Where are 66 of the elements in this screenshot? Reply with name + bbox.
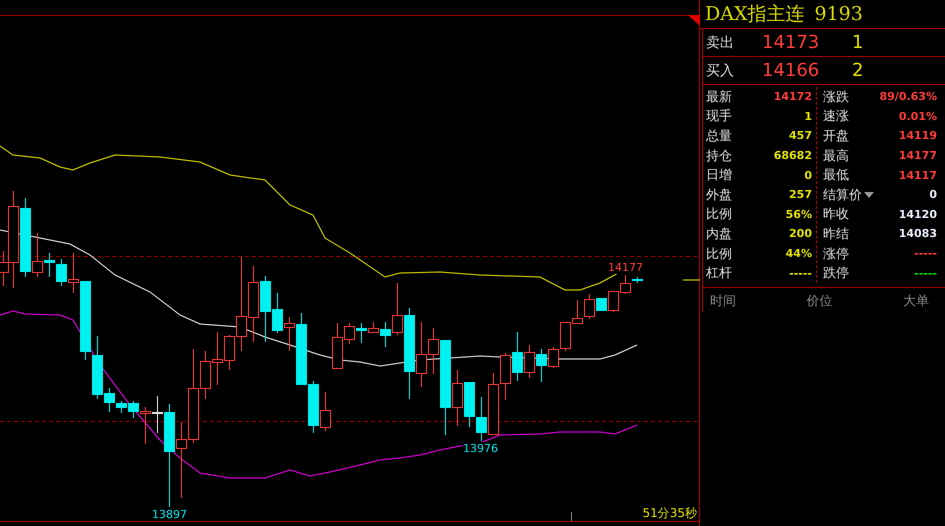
stat-label: 现手: [706, 108, 732, 126]
stat-value: 14083: [898, 227, 937, 240]
stat-label: 最低: [823, 167, 849, 184]
contract-name: DAX指主连: [705, 2, 804, 27]
candlestick: [560, 322, 571, 352]
stat-value: 14177: [898, 149, 937, 162]
stat-label: 跌停: [823, 265, 849, 282]
stat-value: 44%: [786, 247, 812, 260]
candlestick: [572, 300, 583, 324]
candlestick: [320, 392, 331, 432]
stat-value: -----: [789, 266, 812, 280]
candlestick: [308, 380, 319, 434]
stat-value: 257: [789, 188, 812, 202]
candlestick: [464, 382, 475, 428]
candlestick: [476, 396, 487, 442]
stat-label: 总量: [706, 128, 732, 145]
stat-value: 0: [929, 188, 937, 202]
stat-label: 结算价: [823, 186, 862, 204]
stat-value: 0: [804, 168, 812, 182]
price-label: 14177: [608, 261, 643, 274]
stat-label: 比例: [706, 246, 732, 263]
stat-label: 比例: [706, 206, 732, 224]
quote-label: 买入: [705, 62, 735, 80]
stat-value: 14172: [774, 90, 812, 104]
stat-label: 速涨: [823, 108, 849, 126]
stat-label: 持仓: [706, 148, 732, 165]
stat-value: 0.01%: [898, 110, 937, 123]
quote-price: 14173: [762, 32, 820, 53]
stat-label: 涨跌: [823, 88, 849, 106]
stat-label: 外盘: [706, 186, 732, 204]
price-label: 13897: [152, 508, 187, 521]
column-header: 价位: [806, 292, 832, 311]
stat-value: 200: [789, 227, 812, 240]
stat-value: 89/0.63%: [880, 90, 937, 104]
stat-value: 14117: [898, 168, 937, 182]
candlestick: [500, 352, 511, 400]
stat-label: 最高: [823, 148, 849, 165]
contract-code: 9193: [814, 3, 863, 25]
quote-volume: 1: [852, 32, 864, 53]
quote-price: 14166: [762, 60, 820, 81]
stat-label: 涨停: [823, 246, 849, 263]
stat-label: 昨收: [823, 206, 849, 224]
candlestick: [488, 372, 499, 435]
price-label: 13976: [463, 442, 498, 455]
column-header: 时间: [710, 292, 736, 311]
stat-label: 昨结: [823, 226, 849, 243]
stat-label: 日增: [706, 167, 732, 184]
column-header: 大单: [903, 292, 929, 311]
stat-label: 最新: [706, 88, 732, 106]
stat-value: 457: [789, 129, 812, 142]
stat-value: -----: [914, 247, 937, 260]
stat-value: 14120: [898, 208, 937, 221]
quote-volume: 2: [852, 60, 864, 81]
stat-value: 14119: [898, 129, 937, 142]
stat-label: 内盘: [706, 226, 732, 243]
stat-label: 杠杆: [706, 265, 732, 282]
stat-value: 1: [804, 110, 812, 123]
stat-label: 开盘: [823, 128, 849, 145]
quote-label: 卖出: [705, 34, 735, 52]
caret-icon[interactable]: [864, 192, 874, 198]
stat-value: -----: [914, 266, 937, 280]
countdown-timer: 51分35秒: [642, 506, 697, 520]
candlestick: [416, 322, 427, 388]
corner-triangle-icon: [688, 15, 700, 26]
stat-value: 68682: [774, 149, 812, 162]
stat-value: 56%: [786, 208, 812, 221]
